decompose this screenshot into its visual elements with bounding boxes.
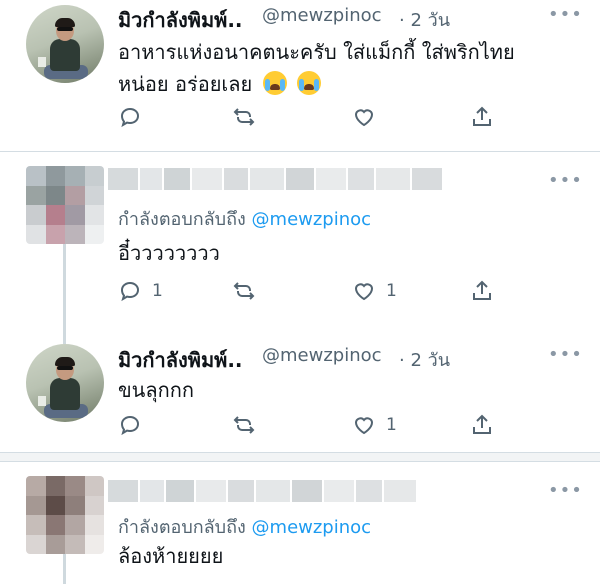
share-button[interactable] (470, 105, 494, 129)
share-button[interactable] (470, 413, 494, 437)
tweet-text: อาหารแห่งอนาคตนะครับ ใส่แม็กกี้ ใส่พริกไ… (118, 40, 515, 64)
replying-to-handle[interactable]: @mewzpinoc (252, 517, 372, 538)
crying-face-icon (262, 71, 287, 95)
replying-to-handle[interactable]: @mewzpinoc (252, 209, 372, 230)
more-icon[interactable]: ••• (548, 344, 583, 365)
crying-face-icon (296, 71, 321, 95)
author-name[interactable]: มิวกำลังพิมพ์.. (118, 4, 243, 36)
thread-line (63, 554, 66, 584)
heart-icon (354, 109, 374, 127)
tweet-text: ขนลุกกก (118, 378, 194, 402)
tweet-text-line2: หน่อย อร่อยเลย (118, 68, 321, 100)
share-icon (473, 280, 491, 300)
reply-icon (120, 107, 140, 128)
like-button[interactable]: 1 (352, 413, 397, 437)
replying-to: กำลังตอบกลับถึง @mewzpinoc (118, 512, 371, 541)
tweet-text: อี๋วววววววว (118, 241, 220, 265)
share-button[interactable] (470, 279, 494, 303)
thread-line (63, 244, 66, 344)
tweet-time[interactable]: · 2 วัน (399, 5, 450, 34)
heart-icon (354, 417, 374, 435)
tweet-text: ล้องห้ายยยย (118, 544, 224, 568)
avatar[interactable] (26, 344, 104, 422)
tweet-2[interactable]: ••• กำลังตอบกลับถึง @mewzpinoc อี๋วววววว… (0, 152, 600, 344)
blurred-avatar[interactable] (26, 476, 104, 554)
author-handle[interactable]: @mewzpinoc (262, 345, 382, 366)
retweet-button[interactable] (232, 105, 256, 129)
avatar[interactable] (26, 5, 104, 83)
replying-to-label: กำลังตอบกลับถึง (118, 517, 246, 538)
author-handle[interactable]: @mewzpinoc (262, 5, 382, 26)
reply-button[interactable] (118, 413, 142, 437)
reply-icon (120, 415, 140, 436)
retweet-icon (233, 282, 255, 300)
retweet-icon (233, 416, 255, 434)
tweet-time[interactable]: · 2 วัน (399, 345, 450, 374)
replying-to: กำลังตอบกลับถึง @mewzpinoc (118, 204, 371, 233)
tweet-1[interactable]: มิวกำลังพิมพ์.. @mewzpinoc · 2 วัน ••• อ… (0, 0, 600, 150)
blurred-author-name[interactable] (108, 168, 442, 190)
like-count: 1 (386, 281, 397, 301)
tweet-text-cont: หน่อย อร่อยเลย (118, 72, 253, 96)
reply-icon (120, 281, 140, 302)
reply-button[interactable]: 1 (118, 279, 163, 303)
share-icon (473, 106, 491, 126)
retweet-icon (233, 108, 255, 126)
like-count: 1 (386, 415, 397, 435)
share-icon (473, 414, 491, 434)
more-icon[interactable]: ••• (548, 170, 583, 191)
blurred-author-name[interactable] (108, 480, 416, 502)
more-icon[interactable]: ••• (548, 480, 583, 501)
replying-to-label: กำลังตอบกลับถึง (118, 209, 246, 230)
retweet-button[interactable] (232, 413, 256, 437)
tweet-4[interactable]: ••• กำลังตอบกลับถึง @mewzpinoc ล้องห้ายย… (0, 462, 600, 584)
section-gap (0, 453, 600, 461)
reply-count: 1 (152, 281, 163, 301)
reply-button[interactable] (118, 105, 142, 129)
blurred-avatar[interactable] (26, 166, 104, 244)
tweet-3[interactable]: มิวกำลังพิมพ์.. @mewzpinoc · 2 วัน ••• ข… (0, 330, 600, 450)
heart-icon (354, 283, 374, 301)
more-icon[interactable]: ••• (548, 4, 583, 25)
like-button[interactable] (352, 105, 376, 129)
like-button[interactable]: 1 (352, 279, 397, 303)
author-name[interactable]: มิวกำลังพิมพ์.. (118, 344, 243, 376)
retweet-button[interactable] (232, 279, 256, 303)
